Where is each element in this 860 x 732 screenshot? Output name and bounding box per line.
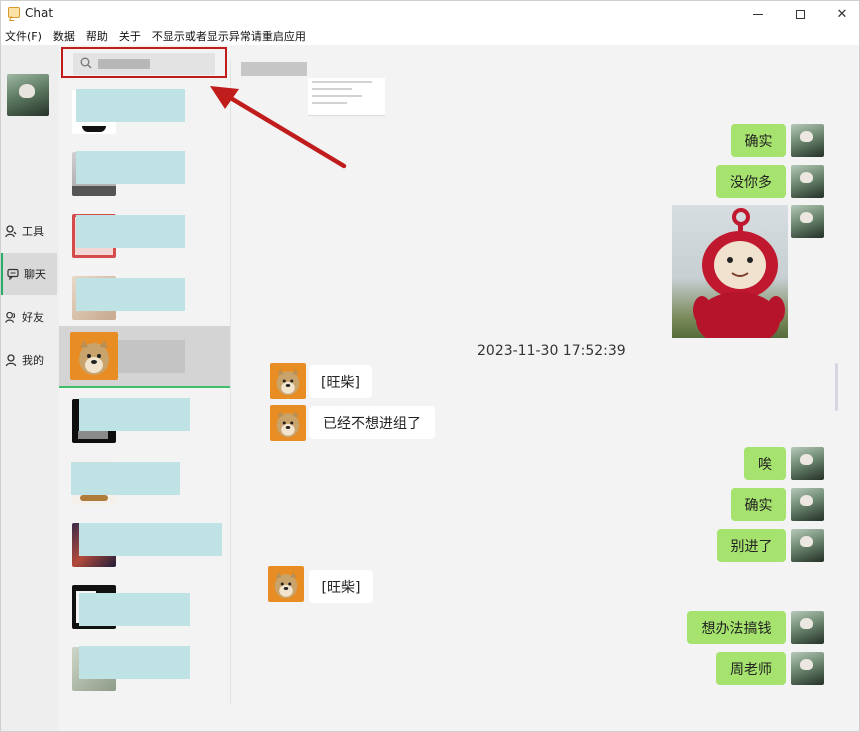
chat-bubble-icon [7, 268, 19, 280]
my-avatar[interactable] [791, 488, 824, 521]
annotation-arrow-icon [210, 86, 347, 169]
menu-help[interactable]: 帮助 [86, 28, 108, 44]
contact-name-redacted [76, 278, 185, 311]
maximize-icon [795, 9, 805, 19]
shiba-avatar [70, 332, 118, 380]
contact-name-redacted [76, 215, 185, 248]
contact-item[interactable] [59, 390, 230, 452]
nav-label-me: 我的 [22, 354, 44, 367]
menu-bar: 文件(F) 数据 帮助 关于 不显示或者显示异常请重启应用 [1, 27, 859, 45]
contact-name-redacted [79, 523, 222, 556]
close-icon: ✕ [836, 6, 848, 22]
message-bubble-me[interactable]: 周老师 [716, 652, 786, 685]
title-bar: Chat ✕ [1, 1, 859, 27]
teletubby-sticker[interactable] [672, 205, 788, 338]
minimize-icon [753, 13, 763, 15]
message-bubble-them[interactable]: [旺柴] [309, 365, 372, 398]
shiba-avatar[interactable] [270, 363, 306, 399]
shiba-avatar[interactable] [270, 405, 306, 441]
minimize-button[interactable] [737, 1, 779, 27]
contact-name-redacted [118, 340, 185, 373]
shiba-avatar[interactable] [268, 566, 304, 602]
nav-label-tools: 工具 [22, 225, 44, 238]
maximize-button[interactable] [779, 1, 821, 27]
close-button[interactable]: ✕ [821, 1, 860, 27]
nav-item-chat[interactable]: 聊天 [1, 253, 57, 295]
contact-name-redacted [76, 151, 185, 184]
message-bubble-them[interactable]: 已经不想进组了 [309, 406, 435, 439]
my-avatar[interactable] [791, 124, 824, 157]
chat-scrollbar[interactable] [835, 363, 838, 411]
contact-name-redacted [71, 462, 180, 495]
message-bubble-me[interactable]: 没你多 [716, 165, 786, 198]
message-bubble-them[interactable]: [旺柴] [309, 570, 373, 603]
me-icon [5, 353, 17, 366]
contact-name-redacted [79, 398, 190, 431]
contact-name-redacted [79, 593, 190, 626]
contact-name-redacted [79, 646, 190, 679]
menu-data[interactable]: 数据 [53, 28, 75, 44]
message-bubble-me[interactable]: 想办法搞钱 [687, 611, 786, 644]
friends-icon [5, 311, 17, 323]
my-avatar[interactable] [791, 205, 824, 238]
user-tool-icon [5, 224, 17, 237]
my-avatar[interactable] [791, 529, 824, 562]
contact-item[interactable] [59, 514, 230, 576]
nav-label-chat: 聊天 [24, 268, 46, 281]
contact-item[interactable] [59, 205, 230, 267]
window-title: Chat [25, 6, 54, 20]
message-bubble-me[interactable]: 别进了 [717, 529, 786, 562]
contact-item-selected[interactable] [59, 326, 230, 388]
my-avatar[interactable] [791, 652, 824, 685]
contact-item[interactable] [59, 267, 230, 329]
annotation-highlight-box [61, 47, 227, 78]
message-bubble-me[interactable]: 确实 [731, 488, 786, 521]
message-bubble-me[interactable]: 确实 [731, 124, 786, 157]
message-timestamp: 2023-11-30 17:52:39 [477, 343, 626, 359]
nav-label-friends: 好友 [22, 311, 44, 324]
contact-item[interactable] [59, 576, 230, 638]
my-avatar[interactable] [791, 611, 824, 644]
menu-restart-hint[interactable]: 不显示或者显示异常请重启应用 [152, 28, 306, 44]
chat-title-redacted [241, 62, 307, 76]
contact-item[interactable] [59, 638, 230, 700]
chat-window: Chat ✕ 文件(F) 数据 帮助 关于 不显示或者显示异常请重启应用 工具 … [0, 0, 860, 732]
my-avatar[interactable] [791, 447, 824, 480]
nav-item-me[interactable]: 我的 [1, 339, 57, 381]
nav-item-friends[interactable]: 好友 [1, 296, 57, 338]
menu-about[interactable]: 关于 [119, 28, 141, 44]
contact-name-redacted [76, 89, 185, 122]
profile-avatar[interactable] [7, 74, 49, 116]
message-bubble-me[interactable]: 唉 [744, 447, 786, 480]
menu-file[interactable]: 文件(F) [5, 28, 42, 44]
nav-item-tools[interactable]: 工具 [1, 210, 57, 252]
my-avatar[interactable] [791, 165, 824, 198]
chat-app-icon [8, 7, 20, 18]
left-nav: 工具 聊天 好友 我的 [1, 45, 59, 731]
contact-item[interactable] [59, 452, 230, 514]
